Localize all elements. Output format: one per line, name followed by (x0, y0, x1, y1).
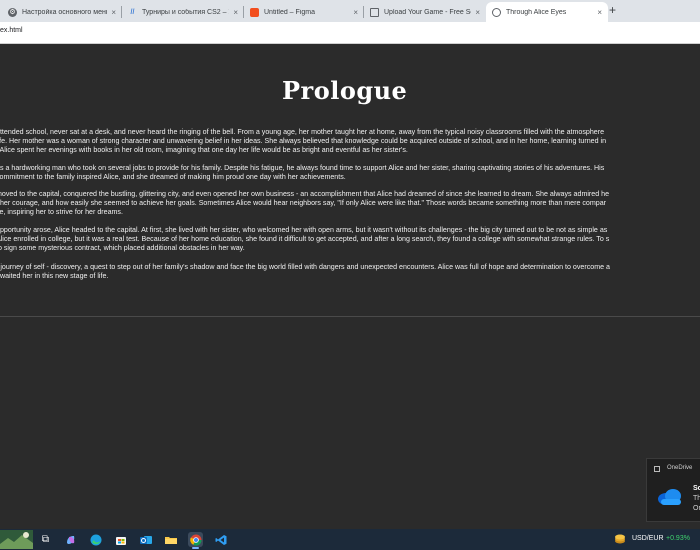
page-content: Prologue attended school, never sat at a… (0, 44, 700, 529)
liquipedia-icon: // (130, 8, 135, 16)
notification-text: Th (693, 495, 700, 502)
paragraph-3: moved to the capital, conquered the bust… (0, 190, 700, 218)
paragraph-5: r journey of self - discovery, a quest t… (0, 263, 700, 281)
copilot-icon[interactable] (63, 532, 78, 547)
paragraph-line: Alice enrolled in college, but it was a … (0, 235, 610, 244)
paragraph-line: moved to the capital, conquered the bust… (0, 190, 610, 198)
figma-icon (250, 7, 259, 17)
url-text[interactable]: ex.html (0, 27, 23, 34)
notification-text: Or (693, 505, 700, 512)
tab-menu-settings[interactable]: ⚙ Настройка основного меню × (2, 2, 122, 22)
paragraph-line: awaited her in this new stage of life. (0, 272, 109, 281)
close-icon[interactable]: × (111, 8, 116, 17)
paragraph-line: r journey of self - discovery, a quest t… (0, 263, 610, 271)
paragraph-4: opportunity arose, Alice headed to the c… (0, 226, 700, 254)
currency-icon (615, 534, 625, 544)
tab-cs2-tournaments[interactable]: // Турниры и события CS2 – Узн × (122, 2, 244, 22)
address-bar[interactable]: ex.html (0, 22, 700, 44)
paragraph-line: ce, inspiring her to strive for her drea… (0, 208, 123, 217)
paragraph-line: , her courage, and how easily she seemed… (0, 199, 607, 208)
notification-title: Sc (693, 485, 700, 492)
paragraph-line: commitment to the family inspired Alice,… (0, 173, 346, 182)
tab-title: Настройка основного меню (22, 8, 108, 16)
tab-figma[interactable]: Untitled – Figma × (244, 2, 364, 22)
tab-through-alice-eyes[interactable]: Through Alice Eyes × (486, 2, 608, 22)
paragraph-2: as a hardworking man who took on several… (0, 164, 700, 182)
close-icon[interactable]: × (597, 8, 602, 17)
ticker-change: +0.93% (666, 535, 690, 542)
tab-title: Upload Your Game - Free Sex G (384, 8, 471, 16)
paragraph-line: as a hardworking man who took on several… (0, 164, 605, 172)
tab-title: Турниры и события CS2 – Узн (142, 8, 229, 16)
notification-app-name: OneDrive (667, 465, 693, 471)
taskbar: ⧉ USD/EUR +0.93% (0, 529, 700, 550)
onedrive-notification[interactable]: OneDrive Sc Th Or (646, 458, 700, 522)
paragraph-line: . Alice spent her evenings with books in… (0, 146, 408, 155)
chrome-icon[interactable] (188, 532, 203, 549)
section-divider (0, 316, 700, 317)
tab-title: Through Alice Eyes (506, 8, 567, 16)
tab-title: Untitled – Figma (264, 8, 315, 16)
cloud-icon (658, 489, 681, 505)
onedrive-app-icon (654, 466, 660, 472)
chrome-icon: ⚙ (8, 7, 17, 17)
outlook-icon[interactable] (138, 532, 153, 547)
file-explorer-icon[interactable] (163, 532, 178, 547)
edge-icon[interactable] (88, 532, 103, 547)
active-app-indicator (192, 547, 199, 549)
tab-upload-game[interactable]: Upload Your Game - Free Sex G × (364, 2, 486, 22)
paragraph-line: life. Her mother was a woman of strong c… (0, 137, 607, 146)
new-tab-button[interactable]: + (609, 3, 616, 17)
close-icon[interactable]: × (475, 8, 480, 17)
paragraph-line: to sign some mysterious contract, which … (0, 244, 245, 253)
vscode-icon[interactable] (213, 532, 228, 547)
globe-icon (492, 7, 501, 17)
browser-tab-strip: ⚙ Настройка основного меню × // Турниры … (0, 0, 700, 22)
weather-icon[interactable] (0, 530, 33, 549)
paragraph-line: opportunity arose, Alice headed to the c… (0, 226, 608, 234)
ticker-label[interactable]: USD/EUR (632, 535, 664, 542)
close-icon[interactable]: × (233, 8, 238, 17)
close-icon[interactable]: × (353, 8, 358, 17)
store-icon[interactable] (113, 532, 128, 547)
paragraph-line: attended school, never sat at a desk, an… (0, 128, 605, 136)
paragraph-1: attended school, never sat at a desk, an… (0, 128, 700, 156)
task-view-icon[interactable]: ⧉ (38, 532, 53, 547)
page-title: Prologue (282, 76, 408, 105)
page-icon (370, 7, 379, 17)
